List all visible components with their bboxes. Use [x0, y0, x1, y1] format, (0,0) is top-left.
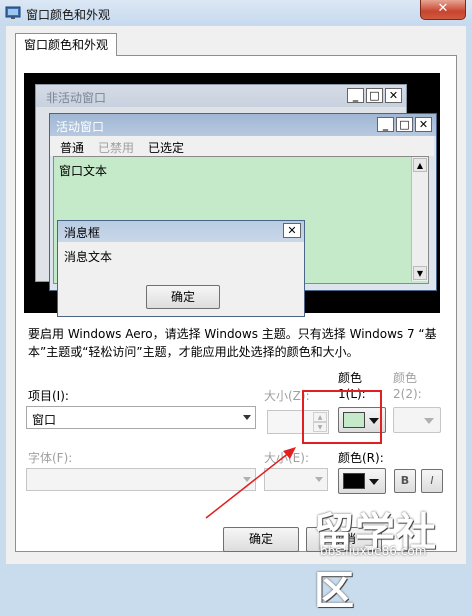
annotation-arrow: [205, 447, 296, 519]
watermark-url: bbs.liuxue86.com: [320, 544, 427, 558]
watermark: 留学社区 bbs.liuxue86.com: [314, 500, 472, 614]
tab-window-color[interactable]: 窗口颜色和外观: [15, 33, 117, 56]
ok-button[interactable]: 确定: [223, 527, 299, 552]
watermark-text: 留学社区: [314, 510, 437, 614]
